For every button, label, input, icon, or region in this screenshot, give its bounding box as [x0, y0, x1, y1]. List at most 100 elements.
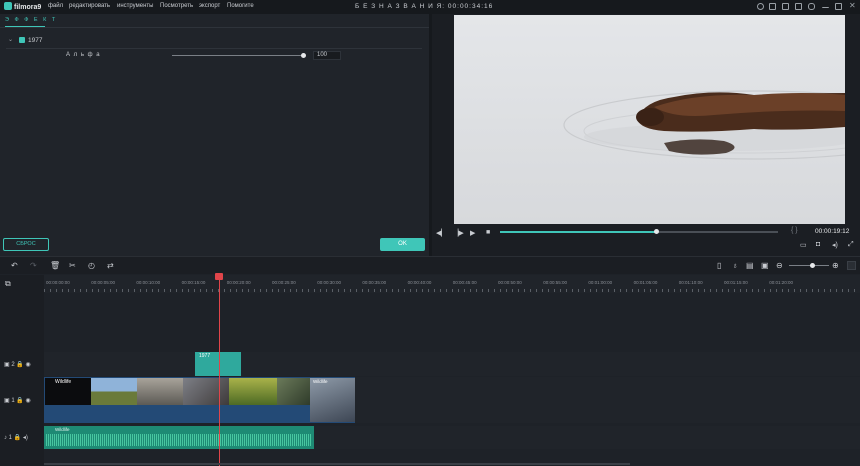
- effect-name: 1977: [28, 37, 43, 44]
- clip-thumbnail: [137, 378, 183, 405]
- ruler-label: 00:01:15:00: [724, 280, 748, 285]
- divider: [6, 48, 422, 49]
- zoom-slider-handle[interactable]: [810, 263, 815, 268]
- audio-clip-label: Wildlife: [55, 427, 70, 432]
- mic-icon[interactable]: [808, 3, 815, 10]
- project-duration: 00:00:34:16: [447, 3, 494, 10]
- video-clip-label-2: Wildlife: [313, 379, 328, 384]
- lock-icon[interactable]: 🔒: [16, 362, 23, 368]
- ruler-label: 00:00:40:00: [407, 280, 432, 285]
- effect-panel: [0, 14, 429, 256]
- step-back-icon[interactable]: ◀▏: [436, 229, 447, 237]
- ruler-label: 00:00:20:00: [226, 280, 251, 285]
- chevron-down-icon[interactable]: ⌄: [8, 36, 13, 43]
- speaker-icon[interactable]: ◂): [23, 435, 28, 441]
- menu-export[interactable]: экспорт: [199, 3, 220, 9]
- display-icon[interactable]: ▭: [800, 241, 807, 249]
- filmora-logo-icon: [4, 2, 12, 10]
- ruler-label: 00:00:45:00: [452, 280, 477, 285]
- zoom-out-icon[interactable]: ⊖: [776, 261, 783, 270]
- clip-thumbnail: [229, 378, 277, 405]
- account-icon[interactable]: [757, 3, 764, 10]
- volume-icon[interactable]: ◂): [832, 241, 838, 249]
- step-forward-icon[interactable]: ▕▶: [453, 229, 464, 237]
- ruler-label: 00:00:05:00: [91, 280, 115, 285]
- track-label: 1: [8, 435, 13, 441]
- minimize-icon[interactable]: [822, 3, 829, 8]
- eye-icon[interactable]: ◉: [26, 362, 31, 368]
- zoom-in-icon[interactable]: ⊕: [832, 261, 839, 270]
- delete-icon[interactable]: 🗑: [50, 261, 60, 270]
- app-logo: filmora9: [4, 2, 41, 11]
- add-track-icon[interactable]: ⧉: [5, 279, 11, 289]
- clip-thumbnail: [91, 378, 137, 405]
- marker-icon[interactable]: ▯: [717, 261, 721, 270]
- record-voice-icon[interactable]: ♁: [732, 261, 738, 270]
- stop-icon[interactable]: ■: [486, 229, 490, 236]
- ruler-label: 00:01:20:00: [769, 280, 793, 285]
- ruler-label: 00:00:25:00: [272, 280, 296, 285]
- preview-time: 00:00:19:12: [815, 228, 850, 235]
- speed-icon[interactable]: ◴: [88, 261, 95, 270]
- zoom-slider[interactable]: [789, 265, 829, 266]
- ruler-label: 00:01:00:00: [588, 280, 613, 285]
- save-icon[interactable]: [782, 3, 789, 10]
- cart-icon[interactable]: [769, 3, 776, 10]
- track-header-1: ▣ 1 🔒 ◉: [4, 398, 31, 404]
- close-icon[interactable]: ✕: [849, 1, 856, 10]
- project-title: Б Е З Н А З В А Н И Я: 00:00:34:16: [355, 3, 493, 10]
- tab-effect[interactable]: Э Ф Ф Е К Т: [5, 17, 57, 23]
- menu-help[interactable]: Помогите: [227, 3, 254, 9]
- ok-button[interactable]: OK: [380, 238, 425, 251]
- effect-clip-label: 1977: [199, 353, 211, 359]
- menu-view[interactable]: Посмотреть: [160, 3, 193, 9]
- track-label: 1: [11, 398, 15, 404]
- ruler-ticks: [44, 289, 860, 292]
- effect-checkbox[interactable]: [19, 37, 25, 43]
- divider: [0, 27, 429, 28]
- maximize-icon[interactable]: [835, 3, 842, 10]
- lock-icon[interactable]: 🔒: [14, 435, 21, 441]
- alpha-value-input[interactable]: 100: [313, 51, 341, 60]
- video-clip-label: Wildlife: [55, 379, 72, 385]
- menu-edit[interactable]: редактировать: [69, 3, 110, 9]
- playhead[interactable]: [219, 276, 220, 466]
- menu-tools[interactable]: инструменты: [117, 3, 153, 9]
- render-icon[interactable]: ▣: [761, 261, 769, 270]
- fullscreen-icon[interactable]: ⤢: [848, 241, 854, 249]
- ruler-label: 00:00:30:00: [317, 280, 341, 285]
- timeline-scrollbar[interactable]: [44, 463, 630, 465]
- clip-thumbnail: [277, 378, 310, 405]
- timeline-settings-icon[interactable]: [847, 261, 856, 270]
- audio-mixer-icon[interactable]: ▤: [746, 261, 754, 270]
- audio-waveform: [46, 434, 312, 446]
- clip-thumbnail: [183, 378, 229, 405]
- clip-thumbnail: [310, 378, 355, 422]
- undo-icon[interactable]: ↶: [11, 261, 18, 270]
- snapshot-icon[interactable]: ◘: [816, 241, 820, 248]
- cut-icon[interactable]: ✂: [69, 261, 76, 270]
- reset-button[interactable]: СБРОС: [3, 238, 49, 251]
- mark-in-out[interactable]: { }: [791, 227, 798, 234]
- eye-icon[interactable]: ◉: [26, 398, 31, 404]
- alpha-slider-handle[interactable]: [301, 53, 306, 58]
- ruler-label: 00:00:15:00: [181, 280, 206, 285]
- mail-icon[interactable]: [795, 3, 802, 10]
- track-label: 2: [11, 362, 15, 368]
- menu-file[interactable]: файл: [48, 3, 63, 9]
- track-header-audio: ♪ 1 🔒 ◂): [4, 435, 28, 441]
- adjust-icon[interactable]: ⇄: [107, 261, 114, 270]
- playback-progress-fill: [500, 231, 658, 233]
- lock-icon[interactable]: 🔒: [16, 398, 23, 404]
- redo-icon[interactable]: ↷: [30, 261, 37, 270]
- ruler-label: 00:00:10:00: [136, 280, 161, 285]
- app-name: filmora9: [14, 4, 42, 11]
- ruler-label: 00:00:55:00: [543, 280, 567, 285]
- ruler-label: 00:00:35:00: [362, 280, 387, 285]
- alpha-slider[interactable]: [172, 55, 304, 56]
- playhead-handle[interactable]: [215, 273, 223, 280]
- beaver-image: [563, 90, 845, 160]
- play-icon[interactable]: ▶: [470, 229, 475, 237]
- ruler-label: 00:00:00:00: [46, 280, 70, 285]
- timeline-toolbar: [0, 256, 860, 274]
